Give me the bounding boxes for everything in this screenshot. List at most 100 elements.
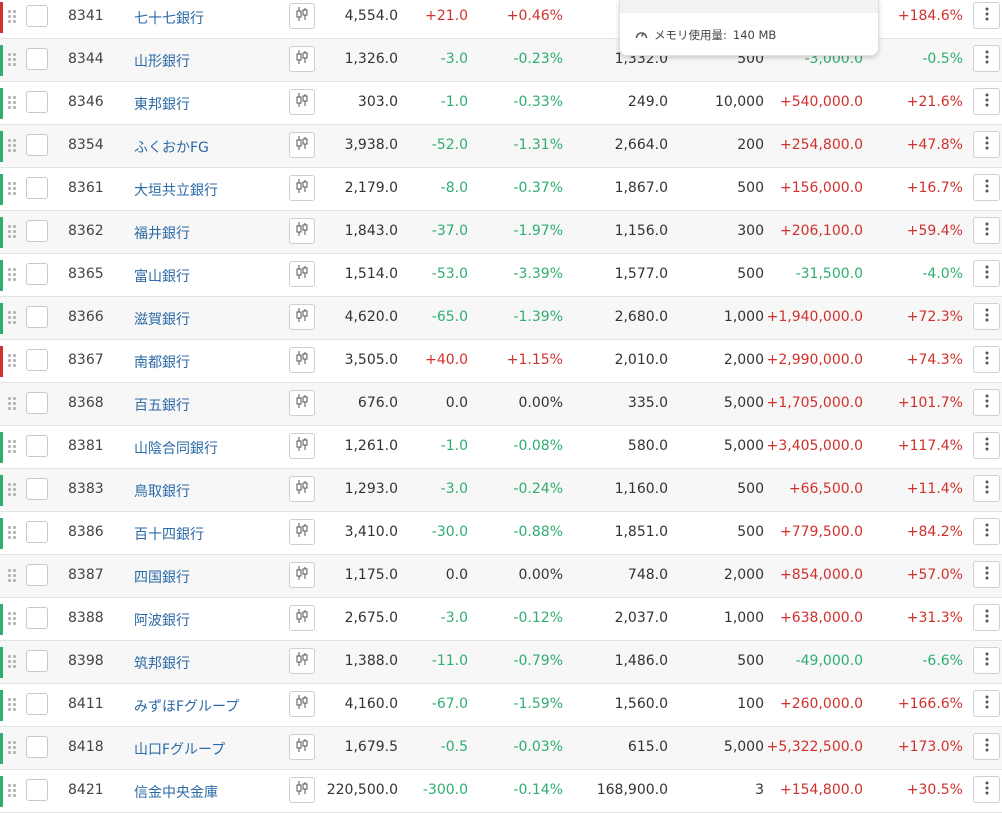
row-checkbox[interactable] xyxy=(26,478,48,500)
chart-button[interactable] xyxy=(289,734,315,760)
chart-button[interactable] xyxy=(289,89,315,115)
row-checkbox[interactable] xyxy=(26,435,48,457)
row-checkbox[interactable] xyxy=(26,521,48,543)
current-price: 3,410.0 xyxy=(344,524,398,540)
chart-button[interactable] xyxy=(289,476,315,502)
drag-handle-icon[interactable] xyxy=(8,612,16,626)
drag-handle-icon[interactable] xyxy=(8,526,16,540)
chart-button[interactable] xyxy=(289,691,315,717)
row-menu-button[interactable] xyxy=(973,260,1000,287)
stock-name-link[interactable]: 山陰合同銀行 xyxy=(134,438,218,458)
row-menu-button[interactable] xyxy=(973,776,1000,803)
drag-handle-icon[interactable] xyxy=(8,311,16,325)
row-menu-button[interactable] xyxy=(973,518,1000,545)
row-menu-button[interactable] xyxy=(973,2,1000,29)
row-menu-button[interactable] xyxy=(973,303,1000,330)
stock-name-link[interactable]: 大垣共立銀行 xyxy=(134,180,218,200)
row-checkbox[interactable] xyxy=(26,91,48,113)
stock-name-link[interactable]: 七十七銀行 xyxy=(134,8,204,28)
chart-button[interactable] xyxy=(289,132,315,158)
stock-name-link[interactable]: 信金中央金庫 xyxy=(134,782,218,802)
row-menu-button[interactable] xyxy=(973,389,1000,416)
row-checkbox[interactable] xyxy=(26,693,48,715)
more-vertical-icon xyxy=(985,394,989,412)
drag-handle-icon[interactable] xyxy=(8,397,16,411)
chart-button[interactable] xyxy=(289,519,315,545)
stock-name-link[interactable]: 山口Fグループ xyxy=(134,739,225,759)
drag-handle-icon[interactable] xyxy=(8,569,16,583)
price-change: -1.0 xyxy=(440,94,468,110)
more-vertical-icon xyxy=(985,50,989,68)
row-checkbox[interactable] xyxy=(26,392,48,414)
row-checkbox[interactable] xyxy=(26,177,48,199)
stock-name-link[interactable]: 富山銀行 xyxy=(134,266,190,286)
row-menu-button[interactable] xyxy=(973,131,1000,158)
chart-button[interactable] xyxy=(289,175,315,201)
stock-name-link[interactable]: 福井銀行 xyxy=(134,223,190,243)
drag-handle-icon[interactable] xyxy=(8,53,16,67)
drag-handle-icon[interactable] xyxy=(8,440,16,454)
drag-handle-icon[interactable] xyxy=(8,268,16,282)
row-checkbox[interactable] xyxy=(26,349,48,371)
drag-handle-icon[interactable] xyxy=(8,182,16,196)
chart-button[interactable] xyxy=(289,777,315,803)
row-checkbox[interactable] xyxy=(26,220,48,242)
row-menu-button[interactable] xyxy=(973,88,1000,115)
row-menu-button[interactable] xyxy=(973,561,1000,588)
row-menu-button[interactable] xyxy=(973,174,1000,201)
chart-button[interactable] xyxy=(289,433,315,459)
stock-name-link[interactable]: 南都銀行 xyxy=(134,352,190,372)
stock-name-link[interactable]: ふくおかFG xyxy=(134,137,209,157)
drag-handle-icon[interactable] xyxy=(8,741,16,755)
price-change-pct: -0.79% xyxy=(513,653,563,669)
row-checkbox[interactable] xyxy=(26,736,48,758)
chart-button[interactable] xyxy=(289,304,315,330)
row-checkbox[interactable] xyxy=(26,306,48,328)
row-menu-button[interactable] xyxy=(973,346,1000,373)
row-checkbox[interactable] xyxy=(26,48,48,70)
chart-button[interactable] xyxy=(289,3,315,29)
chart-button[interactable] xyxy=(289,605,315,631)
row-checkbox[interactable] xyxy=(26,650,48,672)
chart-button[interactable] xyxy=(289,390,315,416)
drag-handle-icon[interactable] xyxy=(8,784,16,798)
row-checkbox[interactable] xyxy=(26,134,48,156)
row-checkbox[interactable] xyxy=(26,263,48,285)
chart-button[interactable] xyxy=(289,218,315,244)
stock-name-link[interactable]: 百十四銀行 xyxy=(134,524,204,544)
drag-handle-icon[interactable] xyxy=(8,10,16,24)
row-menu-button[interactable] xyxy=(973,604,1000,631)
drag-handle-icon[interactable] xyxy=(8,655,16,669)
chart-button[interactable] xyxy=(289,261,315,287)
stock-name-link[interactable]: 四国銀行 xyxy=(134,567,190,587)
stock-name-link[interactable]: 東邦銀行 xyxy=(134,94,190,114)
drag-handle-icon[interactable] xyxy=(8,483,16,497)
row-menu-button[interactable] xyxy=(973,217,1000,244)
stock-name-link[interactable]: 百五銀行 xyxy=(134,395,190,415)
drag-handle-icon[interactable] xyxy=(8,698,16,712)
row-menu-button[interactable] xyxy=(973,475,1000,502)
stock-name-link[interactable]: 筑邦銀行 xyxy=(134,653,190,673)
drag-handle-icon[interactable] xyxy=(8,139,16,153)
row-checkbox[interactable] xyxy=(26,564,48,586)
row-checkbox[interactable] xyxy=(26,779,48,801)
row-menu-button[interactable] xyxy=(973,733,1000,760)
chart-button[interactable] xyxy=(289,562,315,588)
stock-name-link[interactable]: 鳥取銀行 xyxy=(134,481,190,501)
stock-name-link[interactable]: 阿波銀行 xyxy=(134,610,190,630)
chart-button[interactable] xyxy=(289,648,315,674)
row-checkbox[interactable] xyxy=(26,5,48,27)
row-menu-button[interactable] xyxy=(973,647,1000,674)
drag-handle-icon[interactable] xyxy=(8,354,16,368)
chart-button[interactable] xyxy=(289,46,315,72)
drag-handle-icon[interactable] xyxy=(8,225,16,239)
stock-name-link[interactable]: みずほFグループ xyxy=(134,696,239,716)
drag-handle-icon[interactable] xyxy=(8,96,16,110)
stock-name-link[interactable]: 山形銀行 xyxy=(134,51,190,71)
chart-button[interactable] xyxy=(289,347,315,373)
row-checkbox[interactable] xyxy=(26,607,48,629)
row-menu-button[interactable] xyxy=(973,690,1000,717)
row-menu-button[interactable] xyxy=(973,45,1000,72)
row-menu-button[interactable] xyxy=(973,432,1000,459)
stock-name-link[interactable]: 滋賀銀行 xyxy=(134,309,190,329)
